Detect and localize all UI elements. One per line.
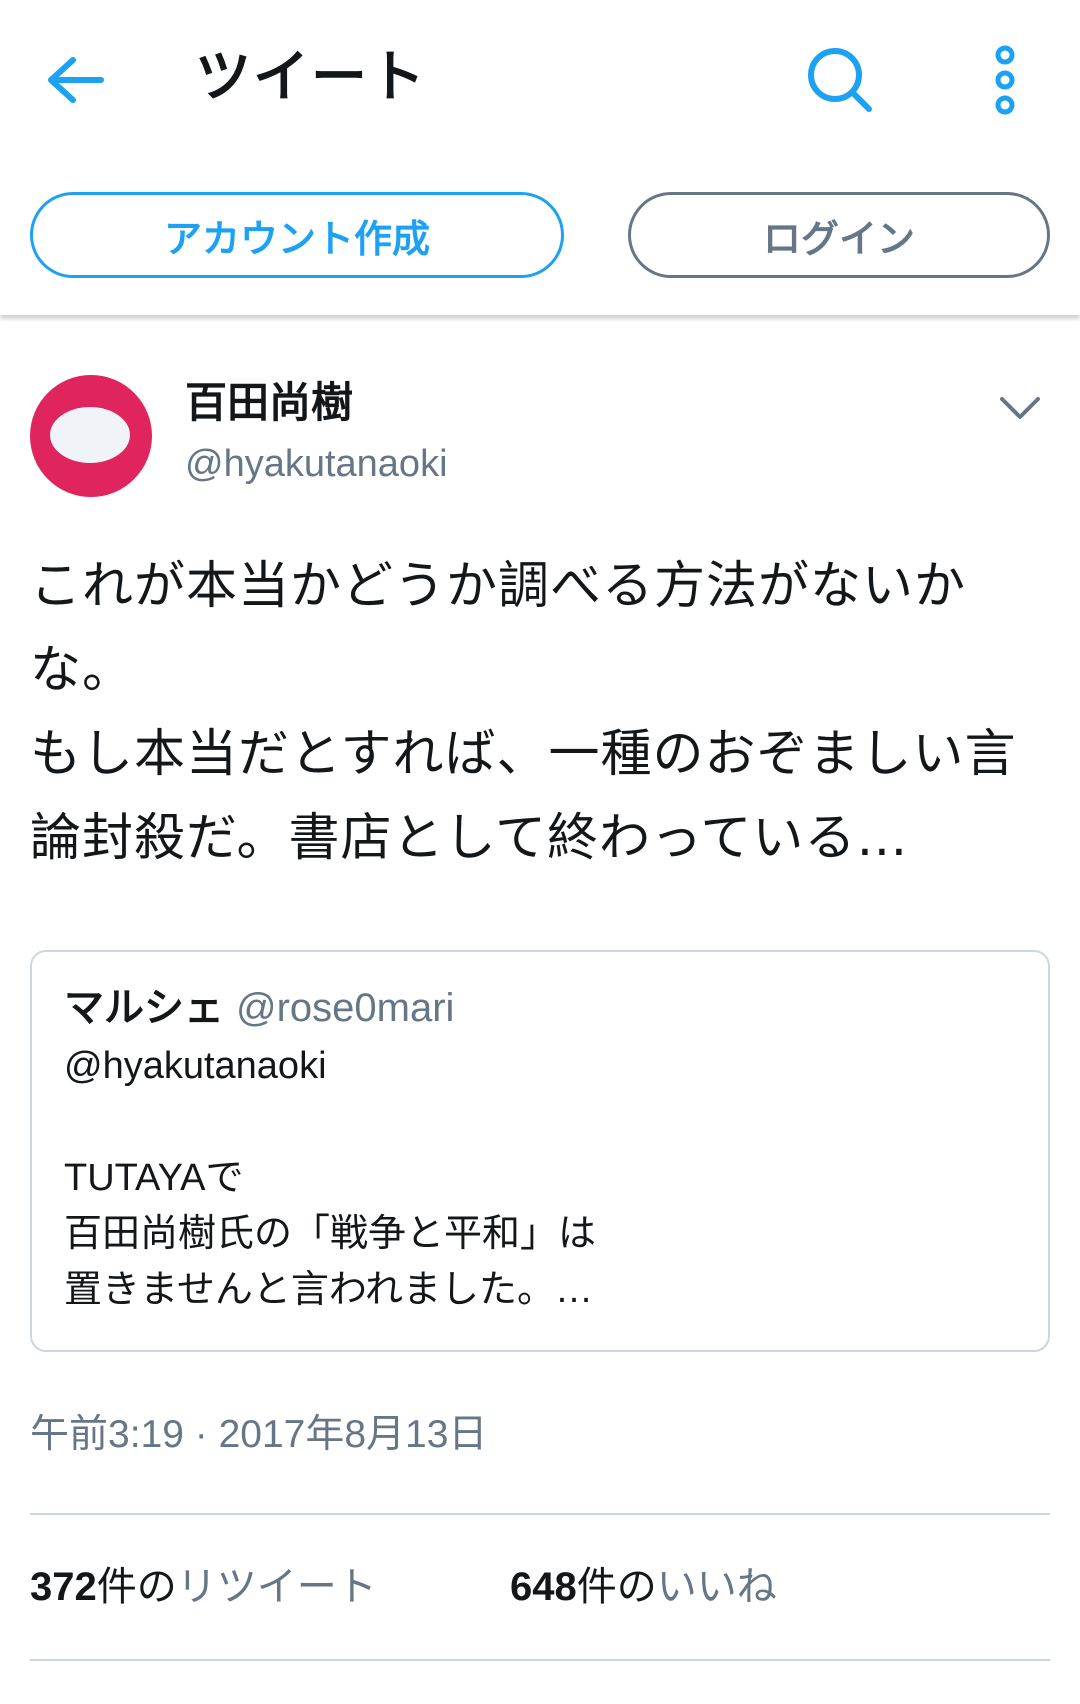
more-options-button[interactable] [975,38,1035,122]
quoted-tweet-header: マルシェ @rose0mari [64,980,454,1036]
arrow-left-icon [48,57,104,103]
retweet-count: 372 [30,1565,97,1609]
search-button[interactable] [800,40,880,120]
divider [30,1659,1050,1661]
avatar-graphic [50,407,130,463]
quoted-tweet-text: @hyakutanaoki TUTAYAで 百田尚樹氏の「戦争と平和」は 置きま… [64,1045,597,1311]
create-account-button[interactable]: アカウント作成 [30,192,564,278]
tweet-menu-button[interactable] [990,383,1050,433]
login-button[interactable]: ログイン [628,192,1050,278]
page-title: ツイート [195,45,427,110]
retweet-label: リツイート [176,1564,377,1610]
like-unit: 件の [576,1564,657,1610]
retweet-unit: 件の [96,1564,177,1610]
divider [30,1513,1050,1515]
quoted-author-handle: @rose0mari [236,986,455,1030]
avatar[interactable] [30,375,152,497]
like-label: いいね [656,1564,777,1610]
search-icon [808,48,872,112]
author-handle[interactable]: @hyakutanaoki [185,437,448,491]
tweet-detail: 百田尚樹 @hyakutanaoki これが本当かどうか調べる方法がないかな。 … [0,315,1080,1704]
back-button[interactable] [40,45,110,115]
like-count: 648 [510,1565,577,1609]
chevron-down-icon [1000,397,1040,419]
vertical-dots-icon [995,45,1015,115]
retweets-stat[interactable]: 372件のリツイート [30,1555,377,1619]
quoted-tweet[interactable]: マルシェ @rose0mari @hyakutanaoki TUTAYAで 百田尚… [30,950,1050,1352]
quoted-author-name: マルシェ [64,985,224,1031]
tweet-text: これが本当かどうか調べる方法がないかな。 もし本当だとすれば、一種のおぞましい言… [30,557,1017,868]
likes-stat[interactable]: 648件のいいね [510,1555,777,1619]
top-app-bar: ツイート [0,0,1080,160]
auth-button-row: アカウント作成 ログイン [0,160,1080,315]
author-name[interactable]: 百田尚樹 [185,375,353,431]
tweet-timestamp: 午前3:19 · 2017年8月13日 [30,1413,488,1456]
